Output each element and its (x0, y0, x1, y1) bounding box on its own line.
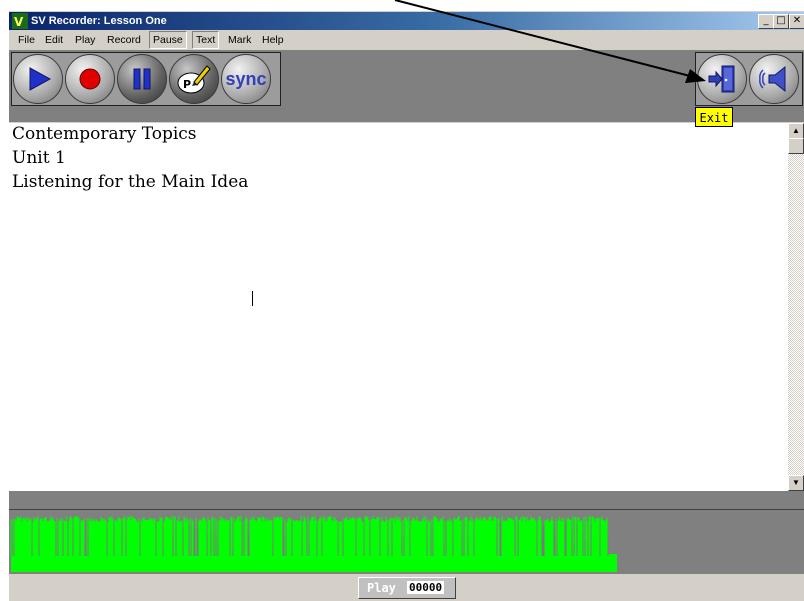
menu-file[interactable]: File (18, 33, 35, 47)
waveform-base (11, 554, 617, 572)
editor-line: Contemporary Topics (12, 124, 197, 144)
play-icon (29, 67, 52, 91)
vertical-scrollbar[interactable]: ▲ ▼ (788, 123, 804, 491)
editor-line: Listening for the Main Idea (12, 172, 249, 192)
menu-edit[interactable]: Edit (45, 33, 63, 47)
menu-pause[interactable]: Pause (149, 31, 187, 49)
record-icon (79, 68, 101, 90)
text-caret (252, 291, 253, 306)
menu-help[interactable]: Help (262, 33, 284, 47)
waveform (10, 516, 617, 572)
menu-play[interactable]: Play (75, 33, 95, 47)
timeline-bar (9, 491, 804, 509)
text-editor[interactable]: Contemporary Topics Unit 1 Listening for… (9, 123, 788, 491)
play-button[interactable] (13, 54, 63, 104)
svg-text:P: P (183, 78, 191, 91)
speaker-button[interactable] (749, 54, 799, 104)
sync-label: sync (225, 68, 267, 89)
exit-icon (708, 65, 735, 93)
text-icon: P (177, 65, 211, 94)
text-edit-button[interactable]: P (169, 54, 219, 104)
menu-record[interactable]: Record (107, 33, 141, 47)
sync-button[interactable]: sync (221, 54, 271, 104)
waveform-panel[interactable] (9, 509, 804, 575)
scroll-down-button[interactable]: ▼ (788, 475, 804, 491)
menu-bar: File Edit Play Record Pause Text Mark He… (9, 31, 804, 49)
play-status: Play 00000 (358, 577, 456, 599)
scroll-up-button[interactable]: ▲ (788, 123, 804, 139)
scroll-thumb[interactable] (788, 138, 804, 154)
window-title: SV Recorder: Lesson One (31, 15, 167, 27)
pause-icon (133, 68, 151, 90)
exit-tooltip: Exit (695, 107, 733, 127)
exit-button[interactable] (697, 54, 747, 104)
pause-button[interactable] (117, 54, 167, 104)
speaker-icon (759, 65, 786, 93)
editor-line: Unit 1 (12, 148, 66, 168)
menu-text[interactable]: Text (192, 31, 220, 49)
app-icon[interactable]: V (12, 13, 28, 29)
toolbar: P sync (9, 50, 804, 122)
menu-mark[interactable]: Mark (228, 33, 251, 47)
svg-text:V: V (14, 15, 24, 29)
close-button[interactable]: ✕ (789, 14, 804, 29)
play-counter: 00000 (407, 581, 445, 594)
maximize-button[interactable]: □ (773, 14, 789, 29)
minimize-button[interactable]: _ (758, 14, 774, 29)
record-button[interactable] (65, 54, 115, 104)
play-status-label: Play (367, 581, 396, 595)
